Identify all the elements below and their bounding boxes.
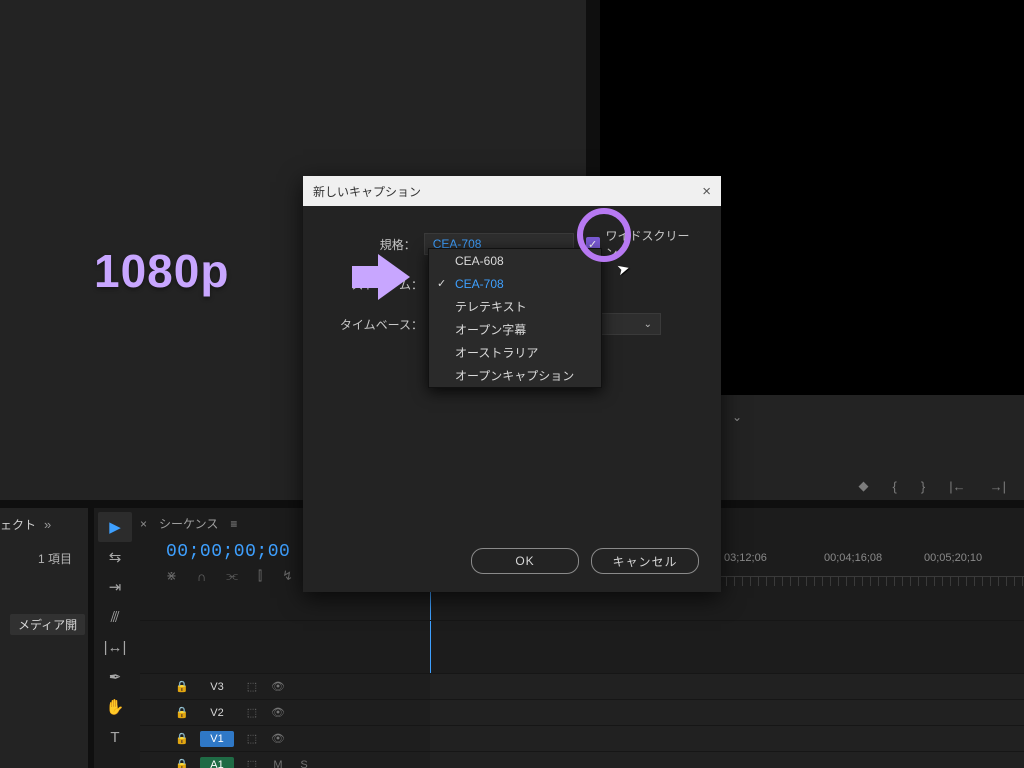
dialog-title-text: 新しいキャプション	[313, 183, 421, 200]
mute-toggle[interactable]: M	[270, 759, 286, 768]
track-select-tool[interactable]: ⇆	[98, 542, 132, 572]
toggle-output-icon[interactable]: 👁	[270, 706, 286, 719]
track-v1: 🔒 V1 ⬚ 👁	[140, 725, 1024, 751]
dialog-close-button[interactable]: ×	[702, 183, 711, 200]
timebase-label: タイムベース：	[331, 316, 431, 333]
add-marker-button[interactable]: ◆	[859, 478, 869, 494]
project-item-count: 1 項目	[38, 550, 72, 567]
timeline-display-settings[interactable]: ⫿	[258, 568, 262, 584]
mark-out-button[interactable]: }	[921, 479, 925, 494]
type-tool[interactable]: T	[98, 722, 132, 752]
checkmark-icon: ✓	[437, 277, 446, 290]
wrench-settings-button[interactable]: ↯	[282, 568, 293, 584]
standard-dropdown-list: CEA-608 ✓ CEA-708 テレテキスト オープン字幕 オーストラリア …	[428, 248, 602, 388]
ruler-label: 03;12;06	[724, 552, 767, 564]
annotation-text: 1080p	[94, 244, 229, 298]
ok-button[interactable]: OK	[471, 548, 579, 574]
dd-option-cea708[interactable]: ✓ CEA-708	[429, 272, 601, 295]
timeline-toolbar: ⋇ ∩ ⫘ ⫿ ↯	[166, 568, 293, 584]
timeline-header: × シーケンス ≡	[140, 515, 237, 532]
cancel-button[interactable]: キャンセル	[591, 548, 699, 574]
dd-option-cea608[interactable]: CEA-608	[429, 249, 601, 272]
go-to-in-button[interactable]: |←	[949, 479, 965, 494]
media-start-column[interactable]: メディア開	[10, 614, 85, 635]
track-v2-target[interactable]: V2	[200, 705, 234, 721]
razor-tool[interactable]: ⫻	[98, 602, 132, 632]
ruler-label: 00;04;16;08	[824, 552, 882, 564]
dd-option-teletext[interactable]: テレテキスト	[429, 295, 601, 318]
lock-icon[interactable]: 🔒	[174, 706, 190, 719]
slip-tool[interactable]: |↔|	[98, 632, 132, 662]
pen-tool[interactable]: ✒	[98, 662, 132, 692]
chevron-down-icon: ⌄	[732, 410, 742, 424]
dd-option-open-subtitle[interactable]: オープン字幕	[429, 318, 601, 341]
add-marker-tl-button[interactable]: ⫘	[226, 568, 238, 584]
lock-icon[interactable]: 🔒	[174, 732, 190, 745]
track-v3-target[interactable]: V3	[200, 679, 234, 695]
dialog-buttons: OK キャンセル	[471, 548, 699, 574]
track-v2: 🔒 V2 ⬚ 👁	[140, 699, 1024, 725]
solo-toggle[interactable]: S	[296, 759, 312, 768]
hand-tool[interactable]: ✋	[98, 692, 132, 722]
toggle-output-icon[interactable]: 👁	[270, 732, 286, 745]
track-a1-body[interactable]	[430, 752, 1024, 768]
mark-in-button[interactable]: {	[893, 479, 897, 494]
snap-toggle[interactable]: ⋇	[166, 568, 177, 584]
timeline-panel-menu[interactable]: ≡	[230, 517, 237, 531]
lock-icon[interactable]: 🔒	[174, 758, 190, 768]
overflow-tabs-button[interactable]: »	[44, 517, 51, 532]
dd-option-label: CEA-708	[455, 277, 504, 291]
standard-label: 規格：	[331, 236, 424, 253]
close-sequence-button[interactable]: ×	[140, 517, 147, 531]
track-v1-target[interactable]: V1	[200, 731, 234, 747]
effects-tab[interactable]: ェクト	[0, 516, 36, 533]
step-back-button[interactable]: →|	[990, 479, 1006, 494]
linked-selection-toggle[interactable]: ∩	[197, 569, 206, 584]
playhead-timecode[interactable]: 00;00;00;00	[166, 542, 290, 562]
ripple-edit-tool[interactable]: ⇥	[98, 572, 132, 602]
sync-lock-icon[interactable]: ⬚	[244, 758, 260, 768]
track-a1-target[interactable]: A1	[200, 757, 234, 768]
selection-tool[interactable]: ▶	[98, 512, 132, 542]
lock-icon[interactable]: 🔒	[174, 680, 190, 693]
track-v3: 🔒 V3 ⬚ 👁	[140, 673, 1024, 699]
track-v1-body[interactable]	[430, 726, 1024, 751]
toggle-output-icon[interactable]: 👁	[270, 680, 286, 693]
project-tab-strip: ェクト »	[0, 516, 90, 533]
chevron-down-icon: ⌄	[644, 319, 652, 330]
dd-option-australia[interactable]: オーストラリア	[429, 341, 601, 364]
sync-lock-icon[interactable]: ⬚	[244, 680, 260, 693]
widescreen-label: ワイドスクリーン	[606, 227, 694, 261]
track-v2-body[interactable]	[430, 700, 1024, 725]
track-v3-body[interactable]	[430, 674, 1024, 699]
timeline-tracks: 🔒 V3 ⬚ 👁 🔒 V2 ⬚ 👁 🔒 V1 ⬚ 👁 🔒 A1 ⬚ M	[140, 620, 1024, 768]
sync-lock-icon[interactable]: ⬚	[244, 706, 260, 719]
monitor-zoom-dropdown[interactable]: ⌄	[725, 408, 749, 426]
track-a1: 🔒 A1 ⬚ M S	[140, 751, 1024, 768]
sync-lock-icon[interactable]: ⬚	[244, 732, 260, 745]
ruler-label: 00;05;20;10	[924, 552, 982, 564]
timeline-tools: ▶ ⇆ ⇥ ⫻ |↔| ✒ ✋ T	[94, 512, 136, 752]
dd-option-open-caption[interactable]: オープンキャプション	[429, 364, 601, 387]
sequence-title[interactable]: シーケンス	[159, 515, 218, 532]
monitor-transport: ◆ { } |← →|	[859, 478, 1006, 494]
dialog-titlebar[interactable]: 新しいキャプション ×	[303, 176, 721, 206]
